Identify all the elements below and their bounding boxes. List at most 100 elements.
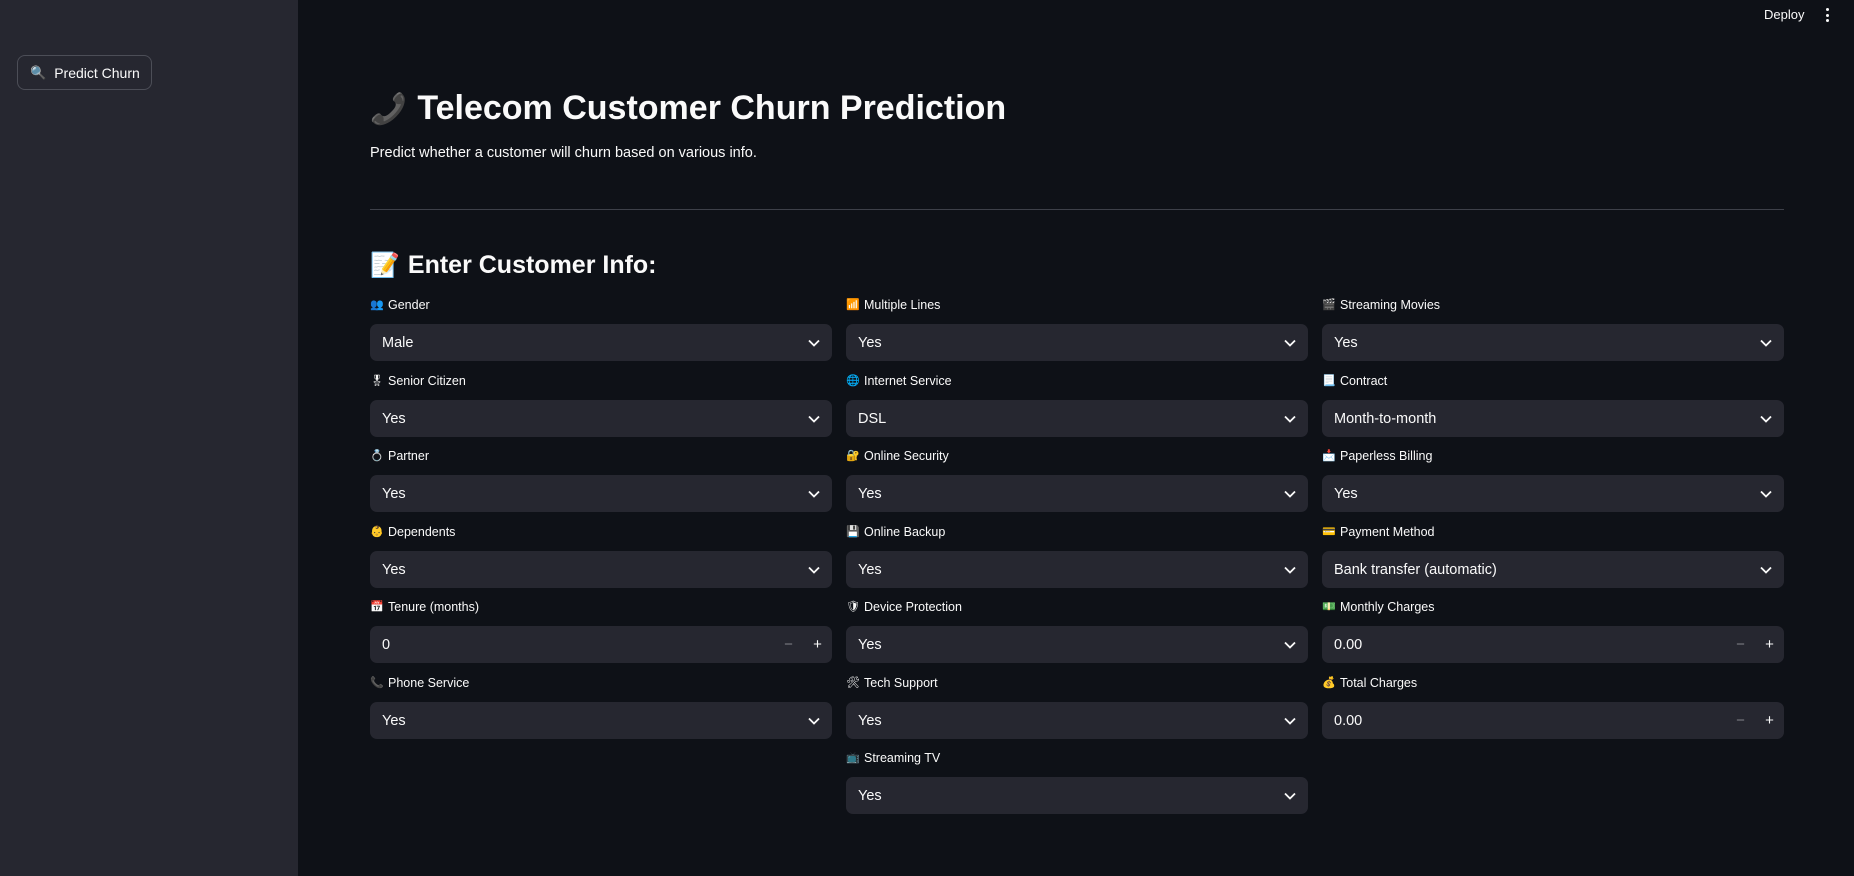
multiple-lines-label: Multiple Lines <box>864 297 941 312</box>
tenure-decrement-button[interactable]: − <box>774 626 803 663</box>
total-charges-decrement-button[interactable]: − <box>1726 702 1755 739</box>
device-protection-field: 🛡 Device Protection Yes <box>846 597 1308 663</box>
internet-service-select[interactable]: DSL <box>846 400 1308 437</box>
internet-service-field: 🌐 Internet Service DSL <box>846 371 1308 437</box>
kebab-menu-icon[interactable] <box>1819 6 1835 24</box>
phone-service-field: 📞 Phone Service Yes <box>370 673 832 739</box>
partner-field: 💍 Partner Yes <box>370 446 832 512</box>
banknote-icon: 💵 <box>1322 601 1336 613</box>
section-heading-text: Enter Customer Info: <box>407 251 657 279</box>
chevron-down-icon <box>808 564 820 576</box>
tenure-input[interactable]: 0 − + <box>370 626 832 663</box>
chevron-down-icon <box>1760 413 1772 425</box>
senior-citizen-value: Yes <box>382 410 406 427</box>
total-charges-value: 0.00 <box>1334 712 1363 729</box>
tenure-field: 📅 Tenure (months) 0 − + <box>370 597 832 663</box>
chevron-down-icon <box>808 413 820 425</box>
phone-service-select[interactable]: Yes <box>370 702 832 739</box>
divider <box>370 209 1784 210</box>
dependents-value: Yes <box>382 561 406 578</box>
page-title-text: Telecom Customer Churn Prediction <box>417 89 1007 127</box>
people-icon: 👥 <box>370 299 384 311</box>
ring-icon: 💍 <box>370 450 384 462</box>
paperless-billing-select[interactable]: Yes <box>1322 475 1784 512</box>
monthly-charges-decrement-button[interactable]: − <box>1726 626 1755 663</box>
page-subtitle: Predict whether a customer will churn ba… <box>370 145 757 161</box>
streaming-movies-label: Streaming Movies <box>1340 297 1441 312</box>
television-icon: 📺 <box>846 752 860 764</box>
chevron-down-icon <box>1284 715 1296 727</box>
predict-churn-button[interactable]: 🔍 Predict Churn <box>17 55 152 90</box>
calendar-icon: 📅 <box>370 601 384 613</box>
gender-select[interactable]: Male <box>370 324 832 361</box>
chevron-down-icon <box>1760 488 1772 500</box>
tenure-increment-button[interactable]: + <box>803 626 832 663</box>
total-charges-input[interactable]: 0.00 − + <box>1322 702 1784 739</box>
online-backup-select[interactable]: Yes <box>846 551 1308 588</box>
chevron-down-icon <box>1760 337 1772 349</box>
monthly-charges-input[interactable]: 0.00 − + <box>1322 626 1784 663</box>
tech-support-value: Yes <box>858 712 882 729</box>
chevron-down-icon <box>1284 564 1296 576</box>
paperless-billing-value: Yes <box>1334 485 1358 502</box>
signal-icon: 📶 <box>846 299 860 311</box>
telephone-icon: 📞 <box>370 677 384 689</box>
monthly-charges-increment-button[interactable]: + <box>1755 626 1784 663</box>
paperless-billing-field: 📩 Paperless Billing Yes <box>1322 446 1784 512</box>
baby-icon: 👶 <box>370 526 384 538</box>
lock-icon: 🔐 <box>846 450 860 462</box>
credit-card-icon: 💳 <box>1322 526 1336 538</box>
phone-service-label: Phone Service <box>388 675 470 690</box>
multiple-lines-value: Yes <box>858 334 882 351</box>
tech-support-select[interactable]: Yes <box>846 702 1308 739</box>
dependents-select[interactable]: Yes <box>370 551 832 588</box>
contract-select[interactable]: Month-to-month <box>1322 400 1784 437</box>
money-bag-icon: 💰 <box>1322 677 1336 689</box>
chevron-down-icon <box>808 715 820 727</box>
page-title: 📞 Telecom Customer Churn Prediction <box>370 88 1006 130</box>
contract-value: Month-to-month <box>1334 410 1437 427</box>
internet-service-value: DSL <box>858 410 887 427</box>
multiple-lines-select[interactable]: Yes <box>846 324 1308 361</box>
senior-citizen-select[interactable]: Yes <box>370 400 832 437</box>
clapper-board-icon: 🎬 <box>1322 299 1336 311</box>
chevron-down-icon <box>1284 790 1296 802</box>
globe-icon: 🌐 <box>846 375 860 387</box>
tech-support-field: 🛠 Tech Support Yes <box>846 673 1308 739</box>
paperless-billing-label: Paperless Billing <box>1340 448 1433 463</box>
senior-citizen-label: Senior Citizen <box>388 373 466 388</box>
streaming-movies-value: Yes <box>1334 334 1358 351</box>
payment-method-value: Bank transfer (automatic) <box>1334 561 1497 578</box>
device-protection-select[interactable]: Yes <box>846 626 1308 663</box>
dependents-label: Dependents <box>388 524 456 539</box>
multiple-lines-field: 📶 Multiple Lines Yes <box>846 295 1308 361</box>
total-charges-label: Total Charges <box>1340 675 1418 690</box>
partner-select[interactable]: Yes <box>370 475 832 512</box>
gender-field: 👥 Gender Male <box>370 295 832 361</box>
predict-churn-label: Predict Churn <box>54 64 140 81</box>
online-security-value: Yes <box>858 485 882 502</box>
senior-citizen-field: 🎖 Senior Citizen Yes <box>370 371 832 437</box>
streaming-tv-select[interactable]: Yes <box>846 777 1308 814</box>
total-charges-increment-button[interactable]: + <box>1755 702 1784 739</box>
tenure-value: 0 <box>382 636 391 653</box>
online-security-select[interactable]: Yes <box>846 475 1308 512</box>
chevron-down-icon <box>1284 639 1296 651</box>
partner-label: Partner <box>388 448 429 463</box>
online-backup-field: 💾 Online Backup Yes <box>846 522 1308 588</box>
sidebar: 🔍 Predict Churn <box>0 0 298 876</box>
tools-icon: 🛠 <box>846 677 860 689</box>
contract-field: 📃 Contract Month-to-month <box>1322 371 1784 437</box>
streaming-tv-label: Streaming TV <box>864 750 941 765</box>
internet-service-label: Internet Service <box>864 373 952 388</box>
streaming-movies-select[interactable]: Yes <box>1322 324 1784 361</box>
online-backup-label: Online Backup <box>864 524 946 539</box>
online-security-label: Online Security <box>864 448 949 463</box>
payment-method-select[interactable]: Bank transfer (automatic) <box>1322 551 1784 588</box>
chevron-down-icon <box>1284 413 1296 425</box>
chevron-down-icon <box>808 337 820 349</box>
monthly-charges-field: 💵 Monthly Charges 0.00 − + <box>1322 597 1784 663</box>
deploy-button[interactable]: Deploy <box>1764 7 1804 22</box>
device-protection-value: Yes <box>858 636 882 653</box>
payment-method-field: 💳 Payment Method Bank transfer (automatic… <box>1322 522 1784 588</box>
